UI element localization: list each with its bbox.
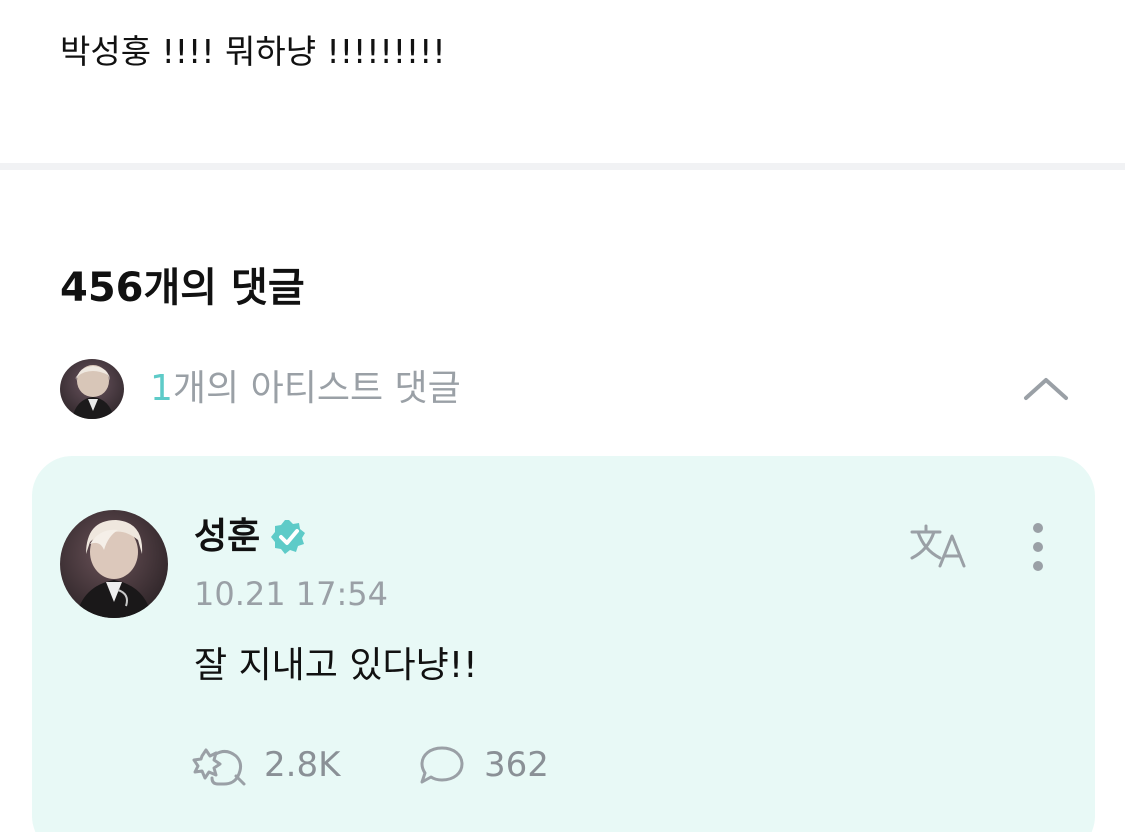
more-vertical-icon[interactable]: [1026, 522, 1050, 572]
translate-icon[interactable]: [910, 522, 974, 568]
cheer-button[interactable]: 2.8K: [192, 740, 362, 790]
avatar-image: [60, 359, 124, 419]
speech-bubble-icon: [420, 746, 464, 784]
artist-comment-card: 성훈 10.21 17:54 잘 지내고 있다냥!! 2.8K 362: [32, 456, 1095, 832]
cheer-icon: [192, 748, 246, 786]
comments-count-title: 456개의 댓글: [60, 265, 305, 311]
artist-comments-label: 1개의 아티스트 댓글: [150, 364, 461, 414]
author-avatar[interactable]: [60, 510, 168, 618]
reply-button[interactable]: 362: [418, 740, 558, 790]
post-text: 박성훙 !!!! 뭐하냥 !!!!!!!!!: [60, 32, 446, 71]
artist-comments-text: 개의 아티스트 댓글: [172, 368, 461, 409]
author-name[interactable]: 성훈: [194, 512, 260, 562]
verified-badge-icon: [270, 518, 308, 556]
section-divider: [0, 163, 1125, 170]
cheer-count: 2.8K: [264, 745, 341, 785]
comment-text: 잘 지내고 있다냥!!: [194, 645, 478, 686]
page: 박성훙 !!!! 뭐하냥 !!!!!!!!! 456개의 댓글 1개의 아티스트: [0, 0, 1125, 832]
chevron-up-icon[interactable]: [1022, 368, 1070, 408]
reply-count: 362: [484, 745, 549, 785]
avatar-image: [60, 510, 168, 618]
comment-timestamp: 10.21 17:54: [194, 575, 388, 613]
avatar: [60, 359, 124, 419]
artist-comments-toggle[interactable]: 1개의 아티스트 댓글: [60, 358, 1070, 422]
artist-comments-count: 1: [150, 368, 173, 409]
